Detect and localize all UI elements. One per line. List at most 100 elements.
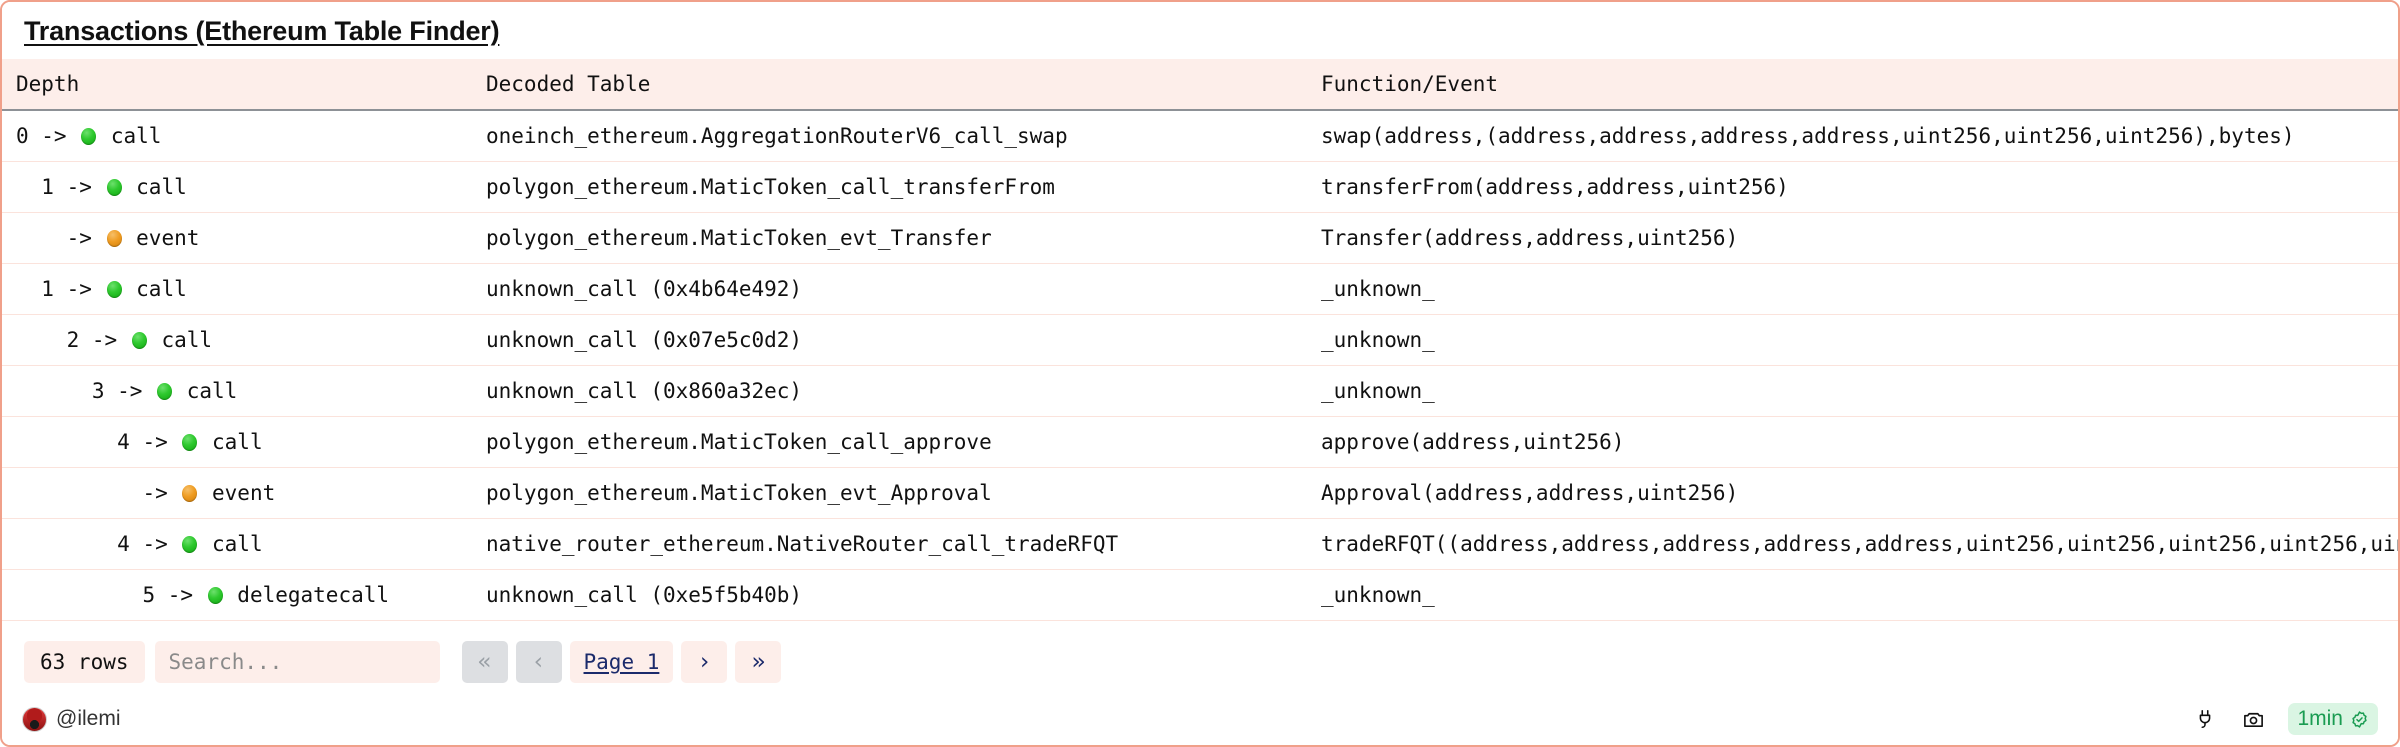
depth-kind-label: call [149,328,212,352]
depth-value: 2 -> call [16,315,472,365]
cell-depth: 5 -> delegatecall [2,570,472,621]
depth-value: -> event [16,213,472,263]
cell-function-event: Transfer(address,address,uint256) [1307,213,2398,264]
trace-table: Depth Decoded Table Function/Event 0 -> … [2,59,2398,621]
depth-arrow-label: -> [67,226,105,250]
cell-function-event: transferFrom(address,address,uint256) [1307,162,2398,213]
depth-arrow-label: -> [142,481,180,505]
cell-decoded-table: unknown_call (0x07e5c0d2) [472,315,1307,366]
depth-value: -> event [16,468,472,518]
call-status-dot-icon [157,383,172,400]
previous-page-button[interactable]: ‹ [516,641,562,683]
table-header: Depth Decoded Table Function/Event [2,59,2398,110]
cell-decoded-table: polygon_ethereum.MaticToken_evt_Transfer [472,213,1307,264]
card-footer-bar: @ilemi 1min [2,693,2398,745]
table-row[interactable]: -> eventpolygon_ethereum.MaticToken_evt_… [2,213,2398,264]
cell-decoded-table: oneinch_ethereum.AggregationRouterV6_cal… [472,110,1307,162]
table-row[interactable]: 2 -> callunknown_call (0x07e5c0d2)_unkno… [2,315,2398,366]
table-footer: 63 rows Search... « ‹ Page 1 › » [2,627,2398,693]
depth-arrow-label: 2 -> [67,328,130,352]
depth-arrow-label: 1 -> [41,277,104,301]
page-title[interactable]: Transactions (Ethereum Table Finder) [24,16,499,46]
table-row[interactable]: 1 -> callunknown_call (0x4b64e492)_unkno… [2,264,2398,315]
query-result-card: Transactions (Ethereum Table Finder) Dep… [0,0,2400,747]
table-row[interactable]: 4 -> callnative_router_ethereum.NativeRo… [2,519,2398,570]
author-block[interactable]: @ilemi [22,707,121,732]
current-page-indicator[interactable]: Page 1 [570,641,674,683]
depth-kind-label: call [174,379,237,403]
cell-decoded-table: native_router_ethereum.NativeRouter_call… [472,519,1307,570]
cell-depth: 0 -> call [2,110,472,162]
cell-decoded-table: unknown_call (0x4b64e492) [472,264,1307,315]
cell-decoded-table: unknown_call (0xe5f5b40b) [472,570,1307,621]
cell-function-event: swap(address,(address,address,address,ad… [1307,110,2398,162]
cell-decoded-table: polygon_ethereum.MaticToken_evt_Approval [472,468,1307,519]
header-row: Depth Decoded Table Function/Event [2,59,2398,110]
table-row[interactable]: 0 -> calloneinch_ethereum.AggregationRou… [2,110,2398,162]
cell-function-event: approve(address,uint256) [1307,417,2398,468]
depth-arrow-label: 4 -> [117,532,180,556]
cell-function-event: _unknown_ [1307,366,2398,417]
table-row[interactable]: 5 -> delegatecallunknown_call (0xe5f5b40… [2,570,2398,621]
cell-depth: 4 -> call [2,519,472,570]
depth-kind-label: event [199,481,275,505]
cell-depth: 2 -> call [2,315,472,366]
depth-value: 0 -> call [16,111,472,161]
depth-kind-label: call [199,532,262,556]
depth-value: 5 -> delegatecall [16,570,472,620]
call-status-dot-icon [81,128,96,145]
author-handle[interactable]: @ilemi [56,707,121,731]
event-status-dot-icon [182,485,197,502]
cell-function-event: _unknown_ [1307,315,2398,366]
cell-function-event: _unknown_ [1307,264,2398,315]
run-time-label: 1min [2297,707,2343,731]
cell-depth: -> event [2,213,472,264]
first-page-button[interactable]: « [462,641,508,683]
depth-kind-label: call [124,277,187,301]
call-status-dot-icon [132,332,147,349]
next-page-button[interactable]: › [681,641,727,683]
depth-kind-label: delegatecall [225,583,389,607]
cell-decoded-table: polygon_ethereum.MaticToken_call_approve [472,417,1307,468]
depth-arrow-label: 0 -> [16,124,79,148]
cell-depth: 3 -> call [2,366,472,417]
table-row[interactable]: -> eventpolygon_ethereum.MaticToken_evt_… [2,468,2398,519]
depth-value: 4 -> call [16,519,472,569]
depth-kind-label: call [124,175,187,199]
last-page-button[interactable]: » [735,641,781,683]
cell-function-event: Approval(address,address,uint256) [1307,468,2398,519]
table-row[interactable]: 1 -> callpolygon_ethereum.MaticToken_cal… [2,162,2398,213]
cell-decoded-table: unknown_call (0x860a32ec) [472,366,1307,417]
card-header: Transactions (Ethereum Table Finder) [2,2,2398,59]
depth-kind-label: call [98,124,161,148]
footer-actions: 1min [2192,703,2378,735]
run-time-badge: 1min [2288,703,2378,735]
cell-depth: 1 -> call [2,264,472,315]
table-row[interactable]: 4 -> callpolygon_ethereum.MaticToken_cal… [2,417,2398,468]
depth-kind-label: event [124,226,200,250]
results-table-container[interactable]: Depth Decoded Table Function/Event 0 -> … [2,59,2398,627]
call-status-dot-icon [182,434,197,451]
verified-check-icon [2350,710,2369,729]
depth-arrow-label: 5 -> [142,583,205,607]
table-row[interactable]: 3 -> callunknown_call (0x860a32ec)_unkno… [2,366,2398,417]
plug-icon[interactable] [2192,706,2218,732]
event-status-dot-icon [107,230,122,247]
cell-depth: 1 -> call [2,162,472,213]
camera-icon[interactable] [2240,706,2266,732]
call-status-dot-icon [208,587,223,604]
avatar [22,707,47,732]
cell-depth: -> event [2,468,472,519]
column-header-function-event[interactable]: Function/Event [1307,59,2398,110]
cell-depth: 4 -> call [2,417,472,468]
search-input[interactable]: Search... [155,641,440,683]
depth-value: 1 -> call [16,162,472,212]
depth-arrow-label: 1 -> [41,175,104,199]
call-status-dot-icon [107,281,122,298]
depth-value: 3 -> call [16,366,472,416]
row-count-badge: 63 rows [24,641,145,683]
column-header-depth[interactable]: Depth [2,59,472,110]
column-header-decoded-table[interactable]: Decoded Table [472,59,1307,110]
depth-arrow-label: 3 -> [92,379,155,403]
depth-arrow-label: 4 -> [117,430,180,454]
